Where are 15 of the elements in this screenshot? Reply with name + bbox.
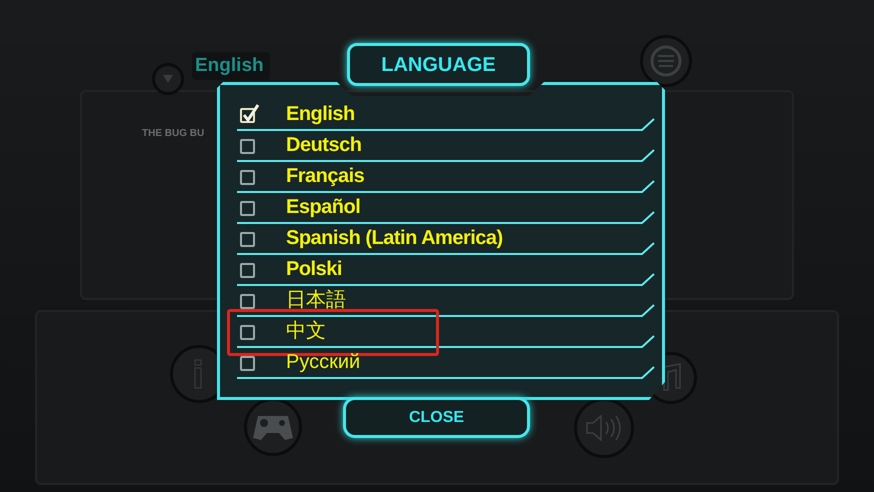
checkbox[interactable] — [238, 102, 260, 124]
language-option[interactable]: English — [286, 104, 355, 124]
language-option[interactable]: Polski — [286, 258, 342, 278]
language-option[interactable]: Français — [286, 166, 364, 186]
language-option[interactable]: Русский — [286, 352, 360, 372]
menu-icon[interactable] — [640, 35, 692, 87]
close-button[interactable]: CLOSE — [343, 397, 530, 438]
language-option[interactable]: Spanish (Latin America) — [286, 228, 503, 248]
language-option[interactable]: Español — [286, 196, 360, 216]
caption-text: THE BUG BU — [142, 127, 204, 141]
language-option[interactable]: Deutsch — [286, 134, 362, 154]
language-dropdown[interactable]: English — [192, 52, 270, 80]
dialog-title: LANGUAGE — [347, 43, 530, 86]
language-option[interactable]: 中文 — [286, 320, 326, 340]
language-option[interactable]: 日本語 — [286, 290, 346, 310]
